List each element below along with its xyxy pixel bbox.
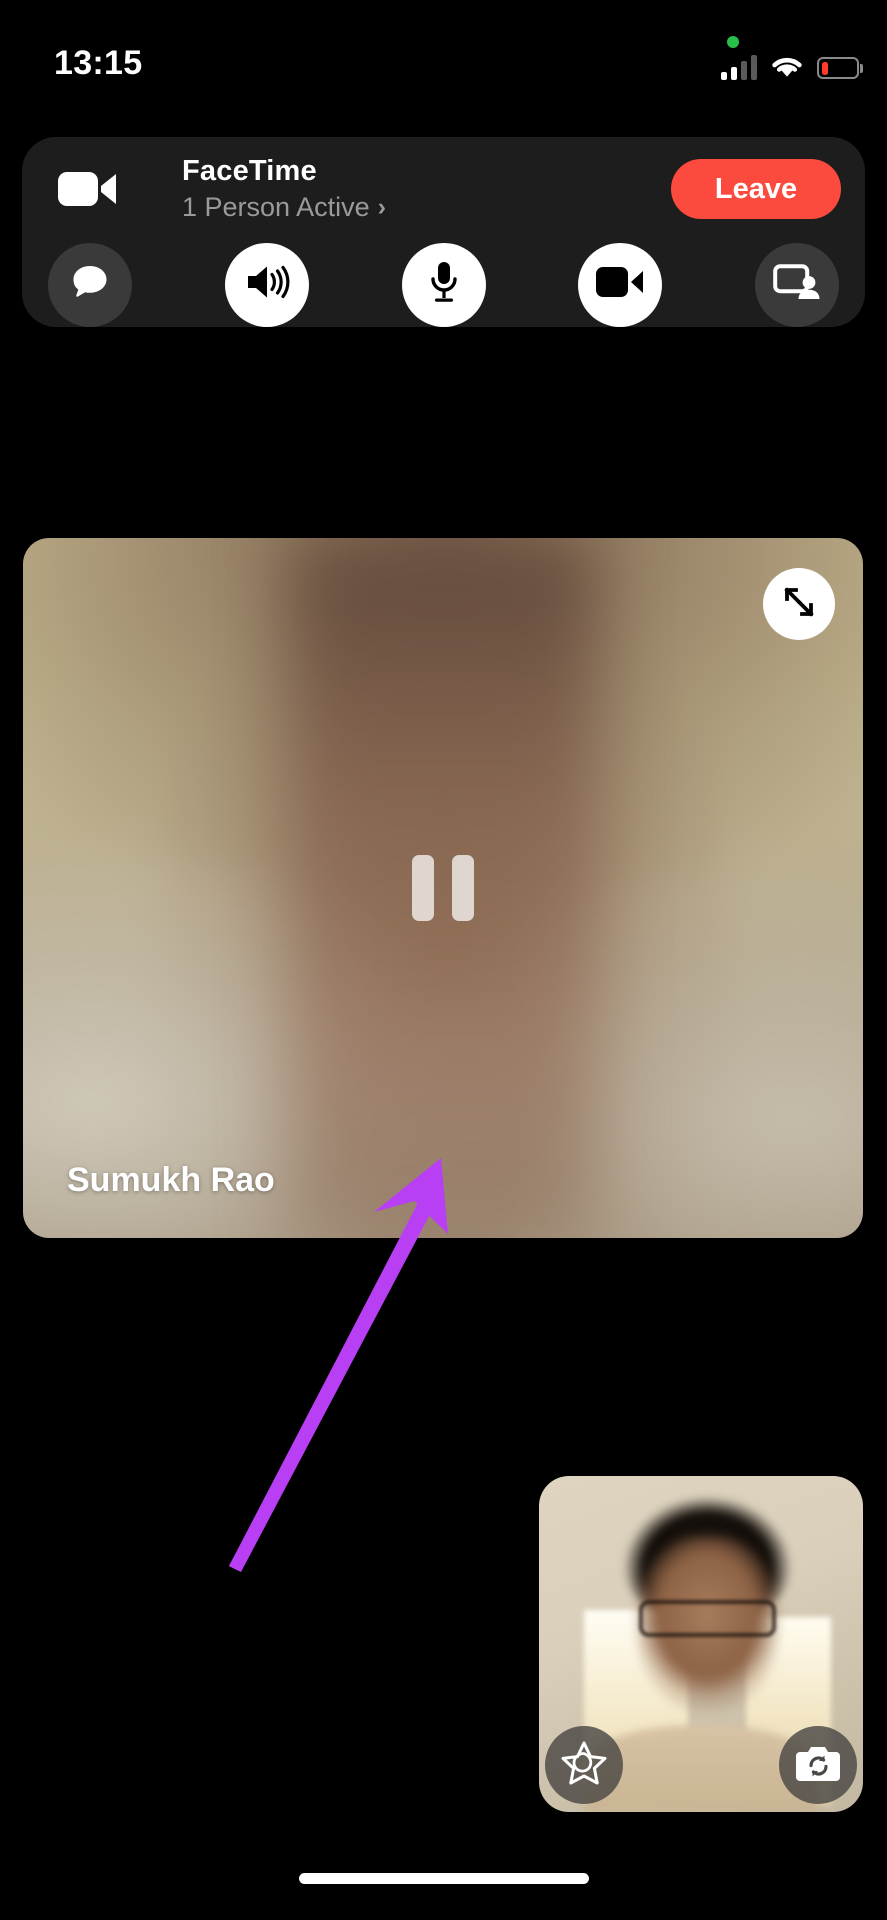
speaker-button[interactable] (224, 242, 309, 327)
messages-button[interactable] (48, 242, 132, 327)
call-controls-row (22, 242, 865, 327)
flip-camera-button[interactable] (779, 1726, 857, 1804)
share-screen-icon (773, 262, 821, 307)
status-bar: 13:15 (0, 0, 887, 100)
pause-icon (412, 855, 474, 921)
speaker-wave-icon (244, 261, 290, 308)
participant-name-label: Sumukh Rao (67, 1161, 275, 1199)
call-participants-row[interactable]: 1 Person Active › (182, 192, 386, 223)
microphone-button[interactable] (401, 242, 486, 327)
chevron-right-icon: › (377, 193, 386, 221)
call-participants-label: 1 Person Active (182, 192, 370, 222)
wifi-icon (770, 54, 804, 80)
video-camera-icon (596, 265, 644, 304)
effects-star-icon (561, 1740, 607, 1791)
remote-participant-video-tile[interactable]: Sumukh Rao (23, 538, 863, 1238)
call-banner-header[interactable]: FaceTime 1 Person Active › Leave (22, 137, 865, 237)
expand-diagonal-arrows-icon (780, 583, 818, 626)
facetime-call-banner: FaceTime 1 Person Active › Leave (22, 137, 865, 327)
self-view-pip[interactable] (539, 1476, 863, 1812)
effects-button[interactable] (545, 1726, 623, 1804)
video-camera-icon (58, 167, 118, 211)
home-indicator-bar[interactable] (298, 1873, 589, 1884)
chat-bubble-icon (69, 261, 111, 308)
camera-in-use-indicator-icon (727, 36, 739, 48)
call-app-title: FaceTime (182, 155, 317, 187)
video-button[interactable] (578, 242, 663, 327)
status-bar-indicators (721, 48, 863, 80)
cellular-bars-icon (721, 54, 757, 80)
call-banner-text: FaceTime 1 Person Active › (182, 155, 386, 223)
battery-low-icon (817, 56, 863, 80)
leave-call-button[interactable]: Leave (671, 159, 841, 219)
camera-flip-icon (795, 1743, 841, 1788)
status-bar-clock: 13:15 (54, 44, 143, 82)
share-screen-button[interactable] (755, 242, 839, 327)
microphone-icon (426, 259, 462, 310)
phone-screen: 13:15 FaceTime 1 Person Active › Leave S… (0, 0, 887, 1920)
expand-video-button[interactable] (763, 568, 835, 640)
